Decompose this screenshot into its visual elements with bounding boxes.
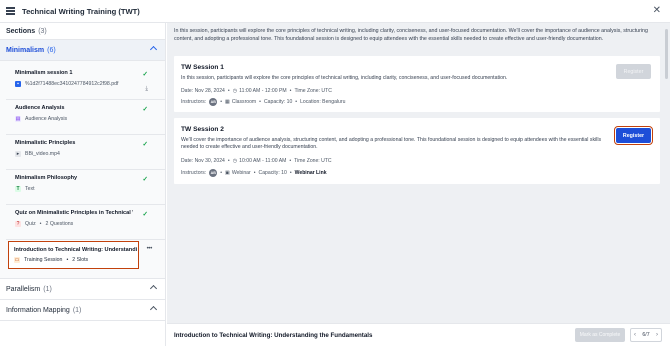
pager: ‹ 6/7 › bbox=[630, 328, 662, 342]
item-detail: 2 Slots bbox=[72, 257, 89, 263]
session-time: 10:00 AM - 11:00 AM bbox=[239, 158, 287, 164]
item-title: Quiz on Minimalistic Principles in Techn… bbox=[15, 210, 133, 216]
footer-title: Introduction to Technical Writing: Under… bbox=[174, 331, 373, 339]
sections-header: Sections (3) bbox=[0, 23, 165, 40]
sections-label: Sections bbox=[6, 27, 36, 35]
register-button[interactable]: Register bbox=[616, 64, 651, 79]
text-icon: T bbox=[15, 186, 21, 192]
section-information-mapping[interactable]: Information Mapping (1) bbox=[0, 300, 165, 321]
sidebar: Sections (3) Minimalism (6) Minimalism s… bbox=[0, 23, 166, 346]
check-icon: ✓ bbox=[142, 141, 148, 148]
section-minimalism[interactable]: Minimalism (6) bbox=[0, 40, 165, 61]
menu-icon[interactable] bbox=[6, 7, 15, 15]
list-item[interactable]: Minimalistic Principles ▸ BBi_video.mp4 … bbox=[6, 135, 159, 169]
session-card: TW Session 2 We'll cover the importance … bbox=[174, 118, 660, 184]
document-icon: ▤ bbox=[15, 116, 21, 122]
item-subtitle: Audience Analysis bbox=[25, 116, 68, 122]
session-capacity: Capacity: 10 bbox=[263, 99, 293, 105]
session-date: Date: Nov 28, 2024 bbox=[181, 88, 225, 94]
session-details: Instructors: AB • ▦ Classroom • Capacity… bbox=[181, 98, 346, 106]
pager-count: 6/7 bbox=[642, 332, 650, 338]
scrollbar[interactable] bbox=[665, 29, 668, 79]
close-icon[interactable]: ✕ bbox=[653, 5, 661, 17]
avatar: AB bbox=[209, 98, 218, 106]
item-subtitle: BBi_video.mp4 bbox=[25, 151, 60, 157]
session-time: 11:00 AM - 12:00 PM bbox=[239, 88, 287, 94]
list-item-selected[interactable]: Introduction to Technical Writing: Under… bbox=[8, 241, 152, 269]
check-icon: ✓ bbox=[142, 71, 148, 78]
list-item[interactable]: Audience Analysis ▤ Audience Analysis ✓ bbox=[6, 100, 159, 134]
item-type: Quiz bbox=[25, 221, 36, 227]
clock-icon: ◷ bbox=[232, 88, 238, 94]
session-card: TW Session 1 In this session, participan… bbox=[174, 56, 660, 112]
mark-as-complete-button[interactable]: Mark as Complete bbox=[575, 328, 625, 342]
register-button[interactable]: Register bbox=[613, 125, 654, 146]
item-type: Training Session bbox=[24, 257, 63, 263]
session-details: Instructors: AB • ▣ Webinar • Capacity: … bbox=[181, 169, 327, 177]
section-count: (1) bbox=[72, 306, 82, 314]
item-subtitle: %1d2f71488ec3410247784912c2f98.pdf bbox=[25, 81, 119, 87]
item-title: Minimalism session 1 bbox=[15, 70, 73, 76]
item-detail: 2 Questions bbox=[45, 221, 74, 227]
check-icon: ✓ bbox=[142, 211, 148, 218]
sections-count: (3) bbox=[38, 27, 47, 35]
download-icon[interactable]: ⤓ bbox=[145, 86, 148, 93]
title-bar: Technical Writing Training (TWT) ✕ bbox=[0, 0, 670, 23]
session-schedule: Date: Nov 30, 2024 • ◷ 10:00 AM - 11:00 … bbox=[181, 158, 332, 164]
avatar: AB bbox=[209, 169, 218, 177]
section-items: Minimalism session 1 ▪ %1d2f71488ec34102… bbox=[0, 61, 165, 279]
footer-bar: Introduction to Technical Writing: Under… bbox=[167, 323, 670, 346]
session-description: We'll cover the importance of audience a… bbox=[181, 137, 602, 151]
section-title: Minimalism bbox=[6, 46, 45, 54]
session-timezone: Time Zone: UTC bbox=[294, 88, 332, 94]
item-title: Audience Analysis bbox=[15, 105, 65, 111]
pdf-file-icon: ▪ bbox=[15, 81, 21, 87]
chevron-up-icon[interactable] bbox=[149, 45, 158, 54]
section-count: (1) bbox=[43, 285, 52, 293]
list-item[interactable]: Minimalism Philosophy T Text ✓ bbox=[6, 170, 159, 204]
list-item[interactable]: Quiz on Minimalistic Principles in Techn… bbox=[6, 205, 159, 239]
classroom-icon: ▦ bbox=[225, 99, 230, 105]
webinar-link[interactable]: Webinar Link bbox=[295, 170, 327, 176]
video-icon: ▸ bbox=[15, 151, 21, 157]
webinar-icon: ▣ bbox=[225, 170, 230, 176]
check-icon: ✓ bbox=[142, 176, 148, 183]
item-title: Minimalism Philosophy bbox=[15, 175, 78, 181]
section-count: (6) bbox=[47, 46, 56, 54]
list-item[interactable]: Minimalism session 1 ▪ %1d2f71488ec34102… bbox=[6, 65, 159, 99]
section-parallelism[interactable]: Parallelism (1) bbox=[0, 279, 165, 300]
check-icon: ✓ bbox=[142, 106, 148, 113]
session-title: TW Session 2 bbox=[181, 126, 224, 133]
item-title: Minimalistic Principles bbox=[15, 140, 76, 146]
session-intro: In this session, participants will explo… bbox=[174, 28, 648, 42]
clock-icon: ◷ bbox=[232, 158, 238, 164]
chevron-right-icon[interactable]: › bbox=[656, 332, 658, 338]
session-capacity: Capacity: 10 bbox=[258, 170, 287, 176]
item-title: Introduction to Technical Writing: Under… bbox=[14, 247, 137, 253]
session-schedule: Date: Nov 28, 2024 • ◷ 11:00 AM - 12:00 … bbox=[181, 88, 332, 94]
bullet-separator: • bbox=[39, 221, 42, 227]
section-title: Parallelism bbox=[6, 285, 41, 293]
chevron-up-icon[interactable] bbox=[149, 284, 158, 293]
session-description: In this session, participants will explo… bbox=[181, 75, 508, 81]
training-session-icon: ▭ bbox=[14, 257, 20, 263]
section-title: Information Mapping bbox=[6, 306, 70, 314]
more-icon[interactable]: ••• bbox=[147, 246, 153, 252]
session-mode: Classroom bbox=[231, 99, 257, 105]
app-title: Technical Writing Training (TWT) bbox=[22, 6, 140, 16]
quiz-icon: ? bbox=[15, 221, 21, 227]
session-date: Date: Nov 30, 2024 bbox=[181, 158, 225, 164]
instructors-label: Instructors: bbox=[181, 99, 207, 105]
session-timezone: Time Zone: UTC bbox=[294, 158, 332, 164]
chevron-left-icon[interactable]: ‹ bbox=[634, 332, 636, 338]
session-title: TW Session 1 bbox=[181, 64, 224, 71]
bullet-separator: • bbox=[66, 257, 69, 263]
session-mode: Webinar bbox=[231, 170, 251, 176]
chevron-up-icon[interactable] bbox=[149, 305, 158, 314]
content-area: In this session, participants will explo… bbox=[167, 23, 670, 323]
instructors-label: Instructors: bbox=[181, 170, 207, 176]
item-subtitle: Text bbox=[25, 186, 35, 192]
divider bbox=[6, 239, 165, 240]
session-location: Location: Bengaluru bbox=[300, 99, 346, 105]
